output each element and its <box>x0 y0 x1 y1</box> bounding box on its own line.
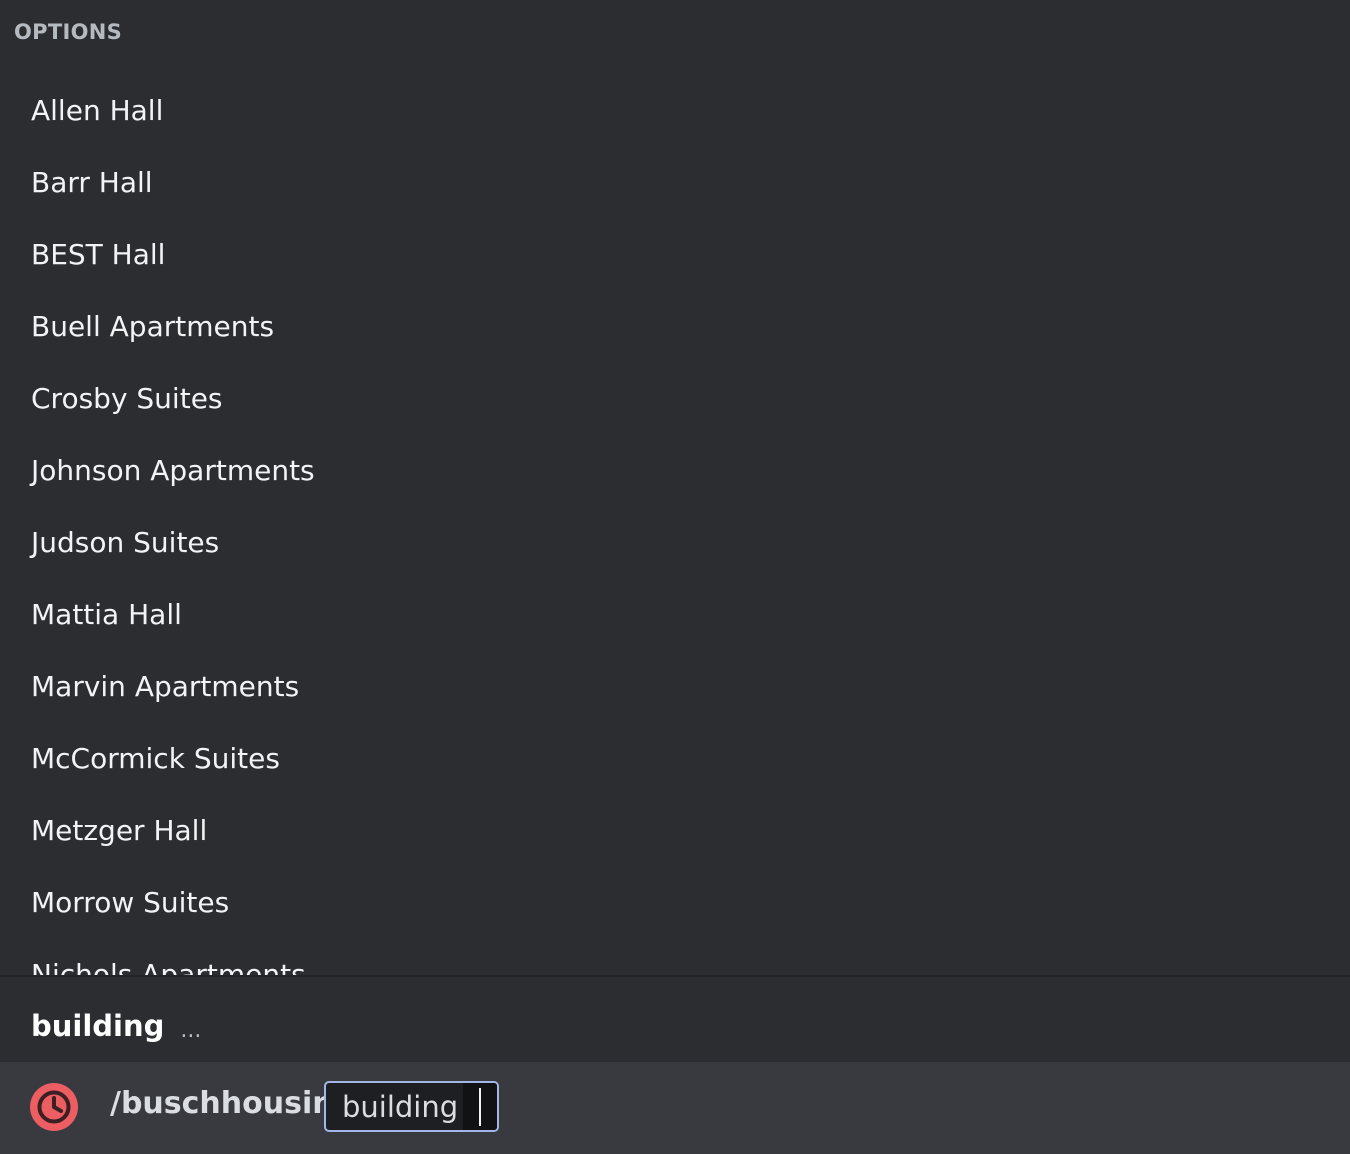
autocomplete-popup: OPTIONS Allen Hall Barr Hall BEST Hall B… <box>0 0 1350 975</box>
option-item[interactable]: Metzger Hall <box>0 794 1350 866</box>
option-chip-label: building <box>342 1089 459 1124</box>
option-item[interactable]: Crosby Suites <box>0 362 1350 434</box>
option-item[interactable]: Nichols Apartments <box>0 938 1350 976</box>
text-cursor <box>479 1087 482 1126</box>
option-item[interactable]: Allen Hall <box>0 74 1350 146</box>
option-item[interactable]: McCormick Suites <box>0 722 1350 794</box>
option-item[interactable]: Marvin Apartments <box>0 650 1350 722</box>
option-item[interactable]: Morrow Suites <box>0 866 1350 938</box>
parameter-name: building <box>31 1009 165 1043</box>
option-chip[interactable]: building <box>324 1081 499 1132</box>
option-item[interactable]: Barr Hall <box>0 146 1350 218</box>
clock-icon <box>30 1083 78 1131</box>
command-name: /buschhousing <box>110 1086 356 1121</box>
option-item[interactable]: Mattia Hall <box>0 578 1350 650</box>
option-item[interactable]: BEST Hall <box>0 218 1350 290</box>
options-section-header: OPTIONS <box>14 20 123 44</box>
parameter-hint: building ... <box>0 990 1350 1062</box>
option-value-input[interactable] <box>463 1083 497 1130</box>
message-input-bar[interactable]: /buschhousing building <box>0 1062 1350 1154</box>
popup-divider <box>0 975 1350 977</box>
parameter-ellipsis: ... <box>180 1017 202 1043</box>
option-item[interactable]: Judson Suites <box>0 506 1350 578</box>
option-item[interactable]: Buell Apartments <box>0 290 1350 362</box>
option-item[interactable]: Johnson Apartments <box>0 434 1350 506</box>
option-list: Allen Hall Barr Hall BEST Hall Buell Apa… <box>0 74 1350 976</box>
